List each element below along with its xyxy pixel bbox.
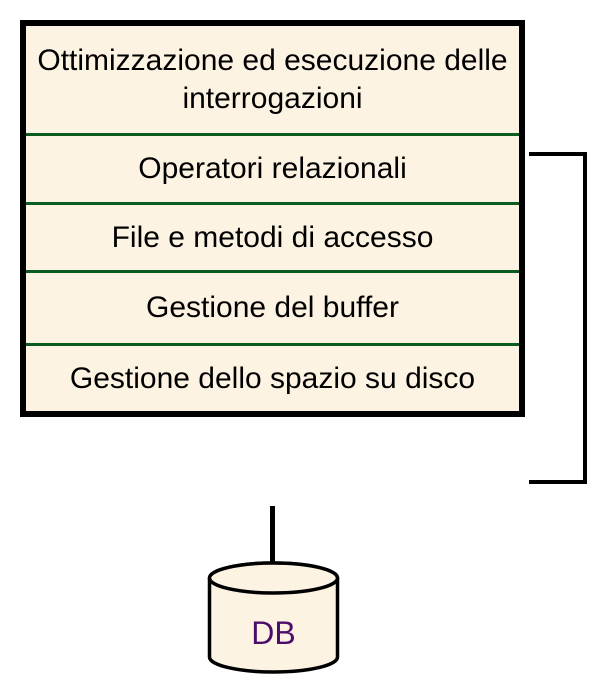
layer-file-access-methods: File e metodi di accesso [26,205,519,271]
database-label: DB [206,615,341,652]
architecture-stack: Ottimizzazione ed esecuzione delle inter… [20,20,525,417]
layer-disk-space-management: Gestione dello spazio su disco [26,346,519,412]
layer-relational-operators: Operatori relazionali [26,136,519,202]
connector-line [270,506,275,564]
layer-query-optimization: Ottimizzazione ed esecuzione delle inter… [26,26,519,133]
bracket-icon [525,148,605,488]
database-cylinder: DB [206,560,341,675]
layer-buffer-management: Gestione del buffer [26,273,519,343]
